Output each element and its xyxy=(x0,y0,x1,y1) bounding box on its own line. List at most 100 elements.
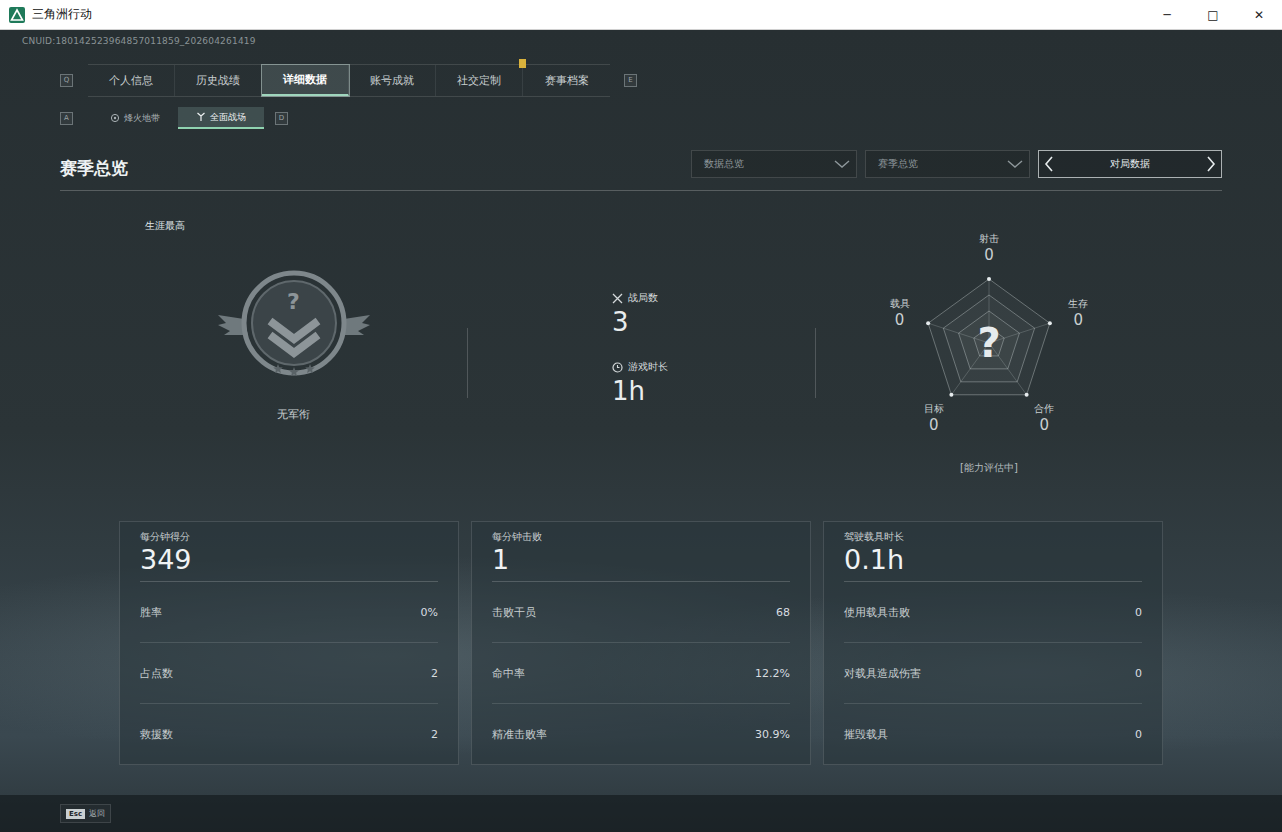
row-label: 精准击败率 xyxy=(492,727,547,742)
row-label: 使用载具击败 xyxy=(844,605,910,620)
card-row: 使用载具击败 0 xyxy=(844,582,1142,643)
footer-bar: Esc返回 xyxy=(0,795,1282,832)
row-label: 胜率 xyxy=(140,605,162,620)
key-hint: A xyxy=(60,112,73,125)
card-title: 驾驶载具时长 xyxy=(844,530,1142,544)
radar-axis: 目标0 xyxy=(924,402,944,436)
axis-value: 0 xyxy=(890,311,910,331)
card-header: 每分钟击败1 xyxy=(492,522,790,582)
overview-stats: 战局数 3 游戏时长 1h xyxy=(468,191,815,501)
dropdown-label: 赛季总览 xyxy=(878,157,918,171)
row-value: 30.9% xyxy=(755,728,790,741)
filters: 数据总览 赛季总览 对局数据 xyxy=(691,150,1222,178)
stat-value: 3 xyxy=(612,307,815,338)
radar-axis: 合作0 xyxy=(1034,402,1054,436)
stat-label: 战局数 xyxy=(612,291,815,305)
overview-stat: 战局数 3 xyxy=(612,291,815,338)
stat-cards: 每分钟得分349胜率0%占点数2救援数2每分钟击败1击败干员68命中率12.2%… xyxy=(119,521,1282,765)
chevron-right-icon[interactable] xyxy=(1206,156,1216,172)
back-button[interactable]: Esc返回 xyxy=(60,804,111,823)
rank-emblem-icon xyxy=(214,259,374,389)
card-row: 精准击败率 30.9% xyxy=(492,704,790,764)
tab[interactable]: 个人信息 xyxy=(88,65,175,96)
title-bar: 三角洲行动 ─□✕ xyxy=(0,0,1282,30)
app-logo-icon xyxy=(9,7,25,23)
fire-zone-icon xyxy=(110,113,120,123)
row-value: 0% xyxy=(421,606,438,619)
section-title: 赛季总览 xyxy=(60,157,128,180)
mode-tab[interactable]: 全面战场 xyxy=(178,107,264,129)
card-header: 每分钟得分349 xyxy=(140,522,438,582)
ability-radar: ?射击0生存0合作0目标0载具0[能力评估中] xyxy=(816,191,1222,501)
tab-label: 社交定制 xyxy=(457,73,501,88)
section-header: 赛季总览 数据总览 赛季总览 对局数据 xyxy=(60,147,1222,191)
user-id: CNUID:180142523964857011859_202604261419 xyxy=(0,30,1282,46)
axis-value: 0 xyxy=(1068,311,1088,331)
window-control-button[interactable]: ✕ xyxy=(1236,0,1282,29)
chevron-down-icon xyxy=(834,159,850,169)
row-value: 12.2% xyxy=(755,667,790,680)
radar-unknown-mark: ? xyxy=(969,317,1009,369)
card-row: 胜率 0% xyxy=(140,582,438,643)
battlefield-icon xyxy=(196,112,206,122)
row-value: 2 xyxy=(431,667,438,680)
radar-axis: 射击0 xyxy=(979,232,999,266)
chevron-left-icon[interactable] xyxy=(1044,156,1054,172)
key-hint: D xyxy=(275,112,288,125)
tab-label: 赛事档案 xyxy=(545,73,589,88)
key-hint: E xyxy=(624,74,637,87)
axis-label: 载具 xyxy=(890,297,910,311)
axis-value: 0 xyxy=(924,416,944,436)
window-title: 三角洲行动 xyxy=(32,6,92,23)
rank-unknown-mark: ? xyxy=(214,289,374,314)
mode-tabs: A 烽火地带 全面战场 D xyxy=(60,107,1282,129)
stat-card: 每分钟得分349胜率0%占点数2救援数2 xyxy=(119,521,459,765)
card-row: 对载具造成伤害 0 xyxy=(844,643,1142,704)
row-label: 摧毁载具 xyxy=(844,727,888,742)
stat-card: 驾驶载具时长0.1h 使用载具击败 0 对载具造成伤害 0 摧毁载具0 xyxy=(823,521,1163,765)
key-hint: Esc xyxy=(66,809,85,819)
row-label: 击败干员 xyxy=(492,605,536,620)
key-hint: Q xyxy=(60,74,73,87)
tab[interactable]: 详细数据 xyxy=(262,65,349,96)
axis-label: 合作 xyxy=(1034,402,1054,416)
card-value: 0.1h xyxy=(844,544,1142,576)
axis-label: 目标 xyxy=(924,402,944,416)
card-row: 命中率 12.2% xyxy=(492,643,790,704)
mode-tab-bar: 烽火地带 全面战场 xyxy=(92,107,264,129)
row-label: 命中率 xyxy=(492,666,525,681)
filter-dropdown[interactable]: 数据总览 xyxy=(691,150,857,178)
mode-tab-label: 全面战场 xyxy=(210,111,246,124)
tab-label: 详细数据 xyxy=(283,72,327,87)
tab[interactable]: 赛事档案 xyxy=(523,65,610,96)
tab[interactable]: 社交定制 xyxy=(436,65,523,96)
radar-status: [能力评估中] xyxy=(869,461,1109,475)
row-value: 0 xyxy=(1135,667,1142,680)
mode-tab[interactable]: 烽火地带 xyxy=(92,107,178,129)
tab[interactable]: 历史战绩 xyxy=(175,65,262,96)
row-label: 对载具造成伤害 xyxy=(844,666,921,681)
game-screen: CNUID:180142523964857011859_202604261419… xyxy=(0,30,1282,832)
switcher-label: 对局数据 xyxy=(1110,157,1150,171)
row-label: 占点数 xyxy=(140,666,173,681)
tab[interactable]: 账号成就 xyxy=(349,65,436,96)
row-value: 0 xyxy=(1135,606,1142,619)
row-value: 68 xyxy=(776,606,790,619)
stat-value: 1h xyxy=(612,376,815,407)
window-control-button[interactable]: □ xyxy=(1190,0,1236,29)
tab-label: 账号成就 xyxy=(370,73,414,88)
overview-stat: 游戏时长 1h xyxy=(612,360,815,407)
card-row: 击败干员 68 xyxy=(492,582,790,643)
card-title: 每分钟得分 xyxy=(140,530,438,544)
axis-label: 射击 xyxy=(979,232,999,246)
rank-name: 无军衔 xyxy=(120,407,467,422)
rank-caption: 生涯最高 xyxy=(145,219,467,233)
window-control-button[interactable]: ─ xyxy=(1144,0,1190,29)
app-window: 三角洲行动 ─□✕CNUID:180142523964857011859_2026… xyxy=(0,0,1282,832)
rank-panel: 生涯最高? 无军衔 xyxy=(60,191,467,501)
row-value: 2 xyxy=(431,728,438,741)
filter-dropdown[interactable]: 赛季总览 xyxy=(865,150,1030,178)
card-row: 摧毁载具0 xyxy=(844,704,1142,764)
rank-emblem: ? xyxy=(214,259,374,389)
stat-label: 游戏时长 xyxy=(612,360,815,374)
